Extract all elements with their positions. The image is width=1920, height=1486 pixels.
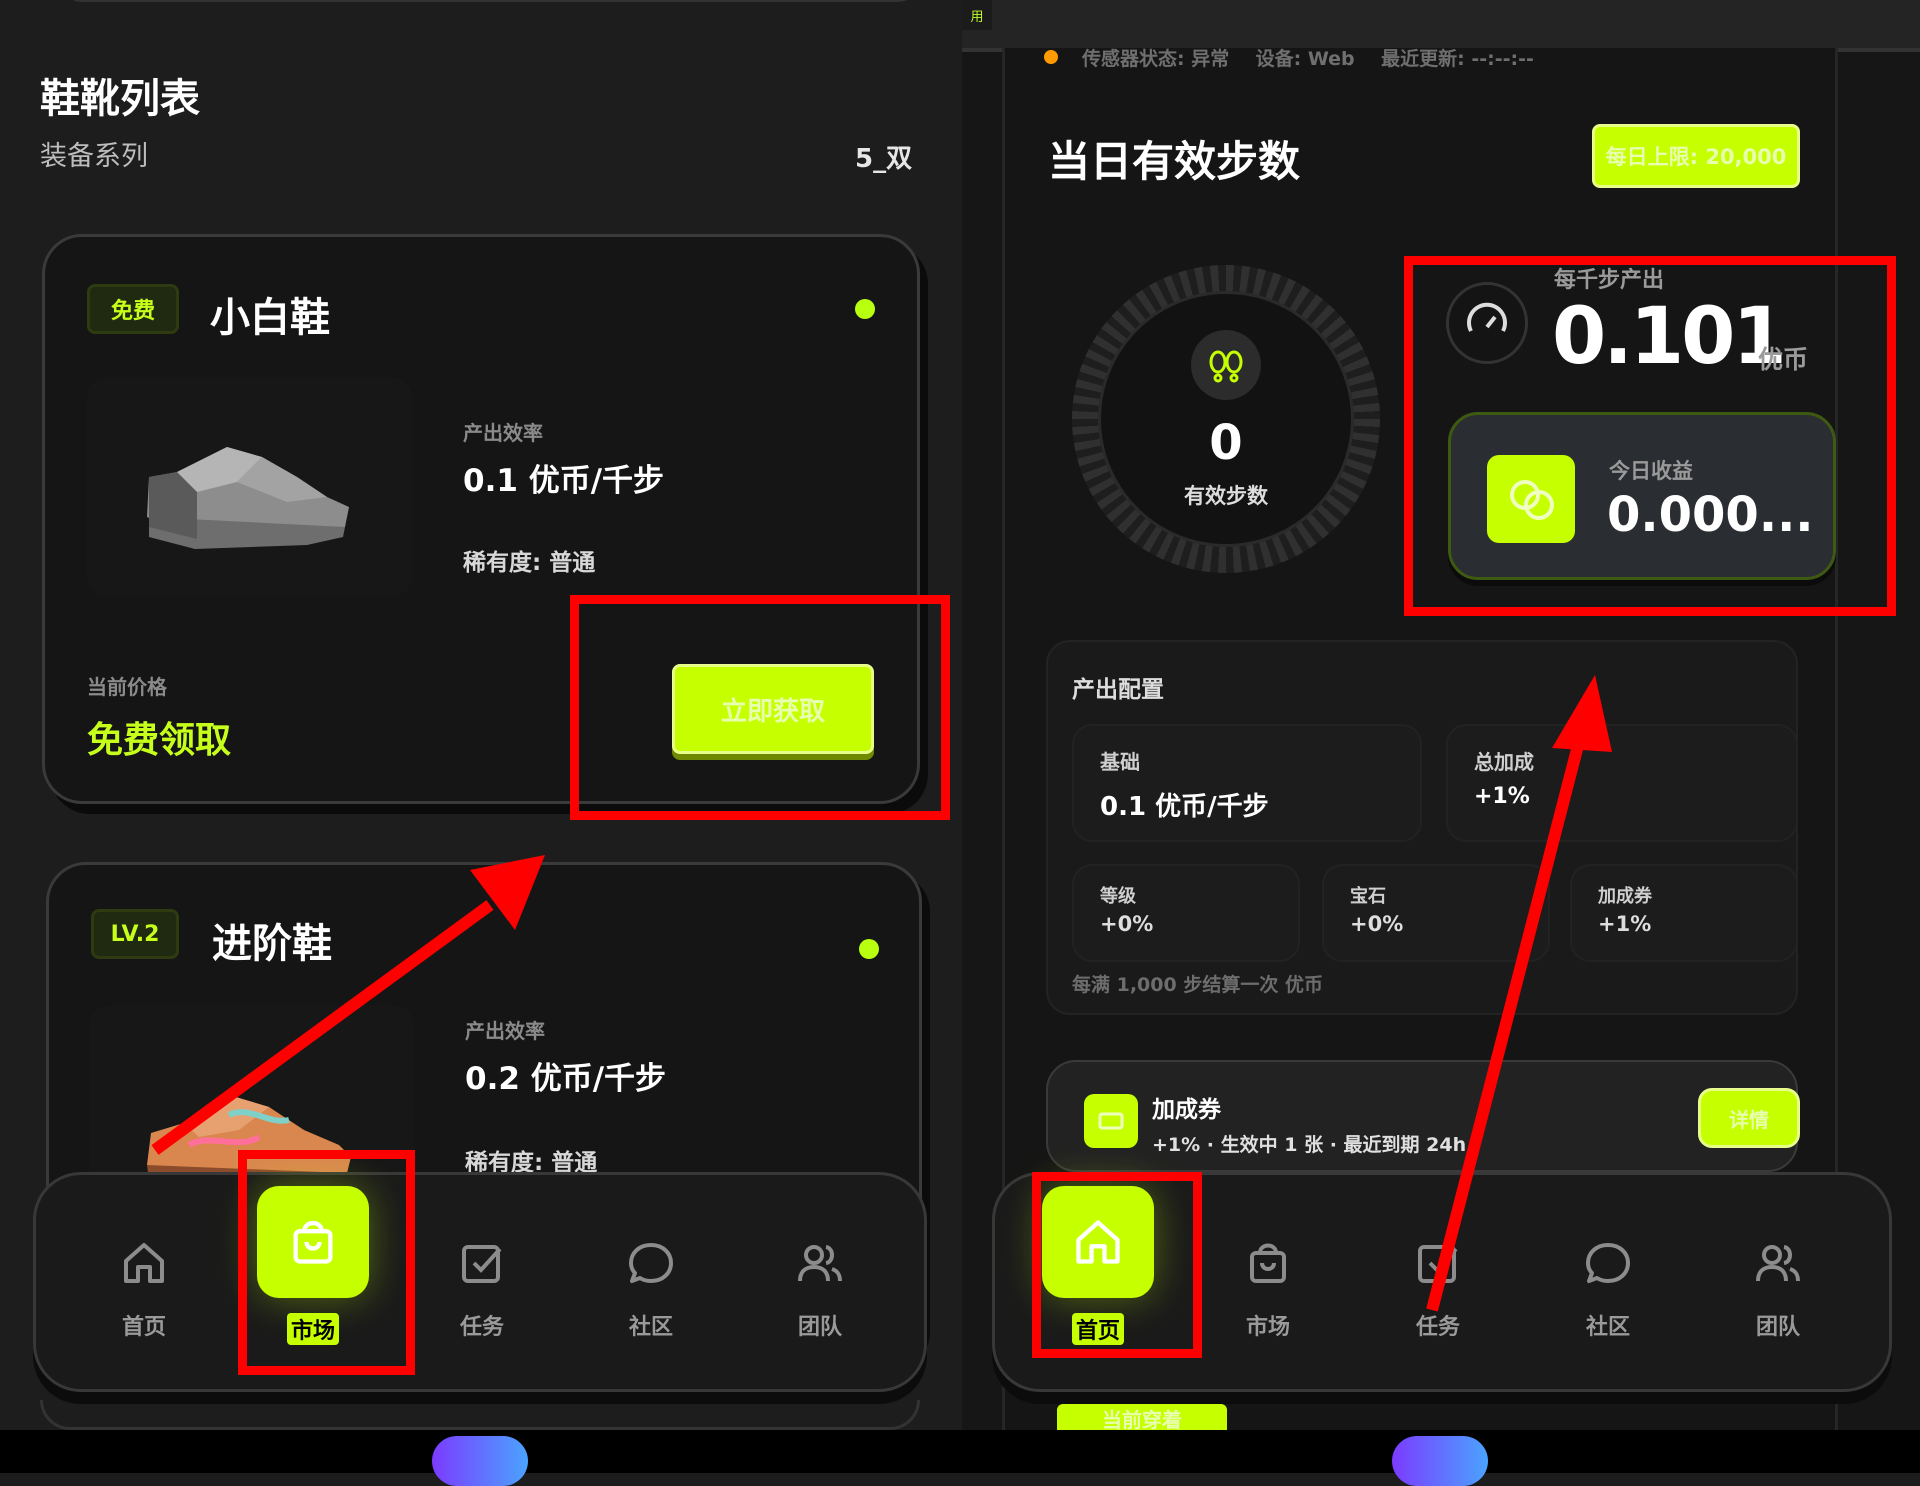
ai-assistant-icon[interactable] <box>1392 1436 1488 1486</box>
arrow-annotation <box>151 855 545 1155</box>
shoe-list-screen: 鞋靴列表 装备系列 5_双 免费 小白鞋 产出效率 0.1 优币/千步 稀有度:… <box>0 0 962 1430</box>
arrow-annotation <box>1426 675 1612 1312</box>
home-screen: 用 传感器状态: 异常 设备: Web 最近更新: --:--:-- 当日有效步… <box>962 0 1920 1430</box>
system-nav-bar <box>0 1430 1920 1486</box>
ai-assistant-icon[interactable] <box>432 1436 528 1486</box>
